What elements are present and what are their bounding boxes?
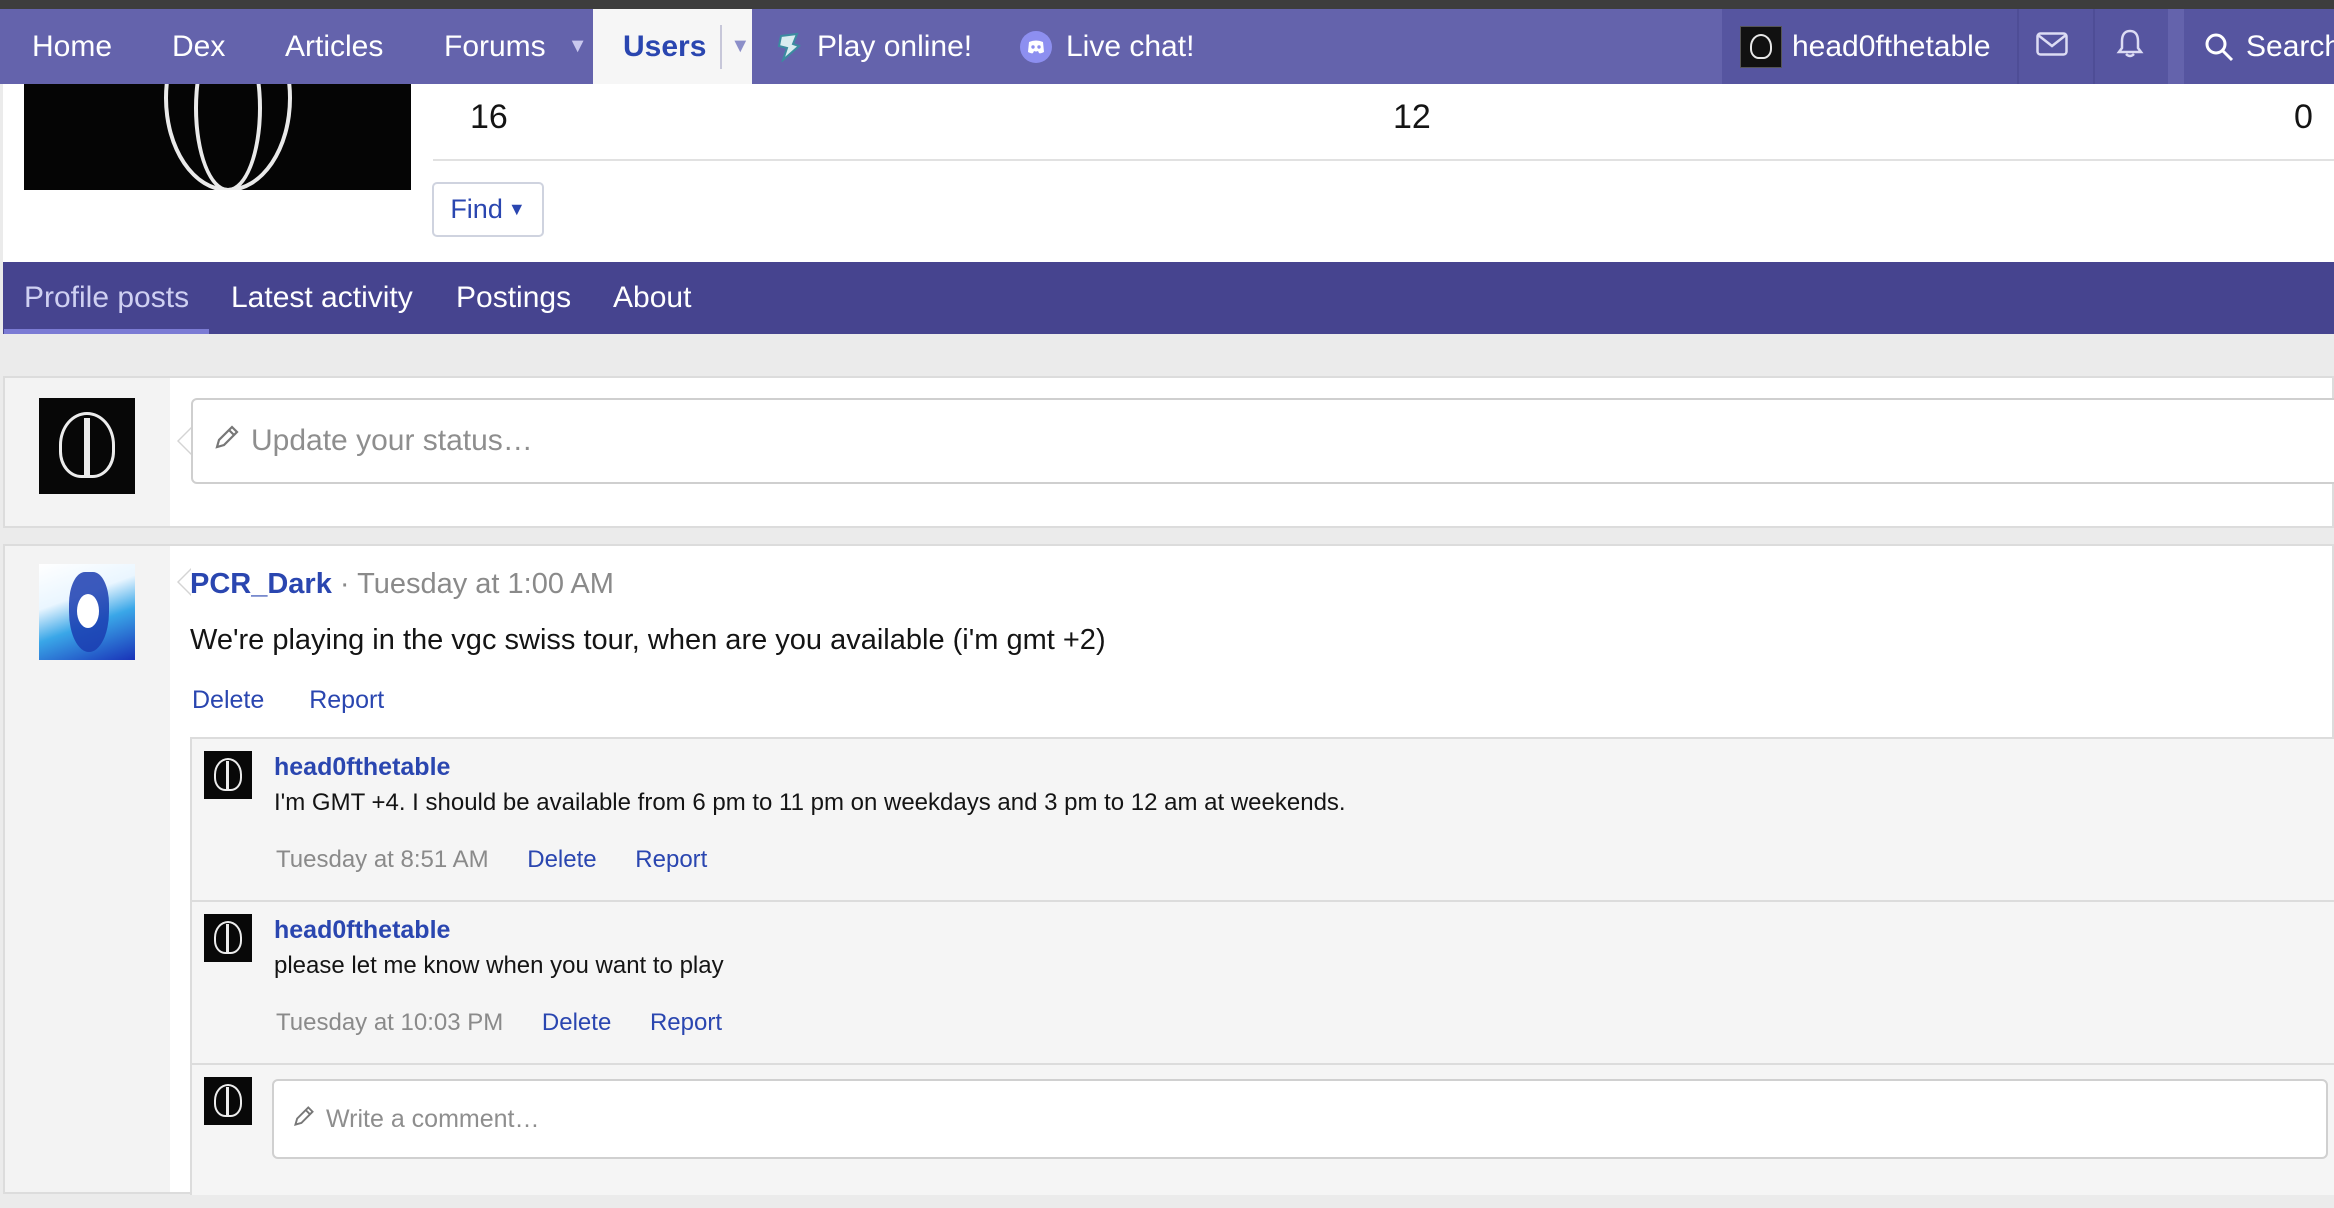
profile-tabs: Profile posts Latest activity Postings A…	[3, 262, 2334, 334]
comment-author-avatar[interactable]	[204, 914, 252, 962]
search-icon	[2204, 32, 2234, 62]
status-update-block: Update your status…	[3, 376, 2334, 528]
chevron-down-icon[interactable]: ▼	[730, 35, 750, 58]
status-placeholder: Update your status…	[251, 424, 533, 457]
nav-forums[interactable]: Forums ▼	[444, 9, 587, 84]
search-label: Search	[2246, 29, 2334, 63]
comment-timestamp[interactable]: Tuesday at 10:03 PM	[276, 1009, 503, 1036]
report-comment-link[interactable]: Report	[635, 846, 707, 873]
tab-about[interactable]: About	[613, 262, 691, 334]
avatar-emblem	[226, 1087, 229, 1117]
stat-points: 0	[2294, 98, 2313, 136]
nav-users-divider	[720, 24, 723, 69]
showdown-logo-icon	[775, 32, 803, 62]
nav-articles[interactable]: Articles	[285, 9, 383, 84]
nav-articles-label: Articles	[285, 29, 384, 63]
stat-messages: 16	[470, 98, 508, 136]
post-header: PCR_Dark · Tuesday at 1:00 AM	[190, 568, 614, 601]
conversations-button[interactable]	[2036, 9, 2068, 84]
comment-composer: Write a comment…	[192, 1065, 2334, 1195]
post-timestamp[interactable]: · Tuesday at 1:00 AM	[340, 568, 614, 600]
nav-live-chat[interactable]: Live chat!	[1020, 9, 1194, 84]
stat-reaction-score: 12	[1393, 98, 1431, 136]
top-navigation: Home Dex Articles Forums ▼ Users ▼ Play …	[0, 9, 2334, 84]
window-top-edge	[0, 0, 2334, 9]
bell-icon	[2116, 28, 2144, 66]
tab-profile-posts[interactable]: Profile posts	[3, 262, 210, 334]
profile-header: 16 12 0 Find ▼	[3, 84, 2334, 262]
comment-actions: Tuesday at 10:03 PM Delete Report	[276, 1009, 754, 1037]
find-label: Find	[450, 194, 503, 224]
report-post-link[interactable]: Report	[309, 686, 384, 714]
comment-item: head0fthetable please let me know when y…	[192, 902, 2334, 1065]
profile-avatar[interactable]	[24, 84, 411, 190]
bubble-arrow	[177, 568, 191, 596]
report-comment-link[interactable]: Report	[650, 1009, 722, 1036]
tab-label: Profile posts	[24, 281, 190, 314]
nav-users-label: Users	[623, 29, 707, 63]
comment-text: I'm GMT +4. I should be available from 6…	[274, 789, 1346, 816]
comment-list: head0fthetable I'm GMT +4. I should be a…	[190, 737, 2334, 1195]
avatar-emblem	[226, 924, 229, 954]
pencil-icon	[213, 423, 241, 459]
pencil-icon	[292, 1104, 316, 1135]
tab-latest-activity[interactable]: Latest activity	[231, 262, 413, 334]
find-menu-button[interactable]: Find ▼	[432, 182, 544, 237]
alerts-button[interactable]	[2116, 9, 2144, 84]
nav-live-chat-label: Live chat!	[1066, 29, 1195, 63]
comment-text: please let me know when you want to play	[274, 952, 724, 979]
comment-author-avatar[interactable]	[204, 751, 252, 799]
post-author-avatar[interactable]	[39, 564, 135, 660]
nav-divider	[2093, 9, 2095, 84]
caret-down-icon: ▼	[507, 199, 526, 219]
user-avatar[interactable]	[39, 398, 135, 494]
comment-timestamp[interactable]: Tuesday at 8:51 AM	[276, 846, 489, 873]
user-avatar	[1740, 25, 1782, 68]
comment-author-link[interactable]: head0fthetable	[274, 753, 450, 782]
envelope-icon	[2036, 30, 2068, 64]
search-button[interactable]: Search	[2204, 9, 2334, 84]
tab-postings[interactable]: Postings	[456, 262, 571, 334]
account-menu[interactable]: head0fthetable	[1740, 9, 1991, 84]
chevron-down-icon[interactable]: ▼	[568, 35, 588, 58]
nav-home[interactable]: Home	[32, 9, 112, 84]
nav-dex-label: Dex	[172, 29, 226, 63]
delete-comment-link[interactable]: Delete	[527, 846, 596, 873]
post-body: We're playing in the vgc swiss tour, whe…	[190, 624, 1106, 656]
comment-input[interactable]: Write a comment…	[272, 1079, 2328, 1159]
comment-item: head0fthetable I'm GMT +4. I should be a…	[192, 739, 2334, 902]
profile-post: PCR_Dark · Tuesday at 1:00 AM We're play…	[3, 544, 2334, 1195]
tab-label: Latest activity	[231, 281, 413, 314]
comment-placeholder: Write a comment…	[326, 1104, 540, 1133]
nav-home-label: Home	[32, 29, 113, 63]
bubble-arrow	[177, 427, 191, 455]
nav-forums-label: Forums	[444, 29, 546, 63]
avatar-emblem	[84, 418, 90, 476]
stats-divider	[433, 159, 2334, 161]
nav-users[interactable]: Users ▼	[593, 9, 752, 84]
avatar-emblem	[226, 761, 229, 791]
tab-label: About	[613, 281, 692, 314]
status-input[interactable]: Update your status…	[191, 398, 2334, 484]
post-actions: Delete Report	[192, 686, 422, 715]
delete-post-link[interactable]: Delete	[192, 686, 264, 714]
tab-label: Postings	[456, 281, 572, 314]
nav-play-online-label: Play online!	[817, 29, 973, 63]
comment-author-link[interactable]: head0fthetable	[274, 916, 450, 945]
user-avatar[interactable]	[204, 1077, 252, 1125]
nav-divider	[2017, 9, 2019, 84]
nav-dex[interactable]: Dex	[172, 9, 225, 84]
discord-icon	[1020, 30, 1052, 63]
account-username: head0fthetable	[1792, 29, 1991, 63]
comment-actions: Tuesday at 8:51 AM Delete Report	[276, 846, 739, 874]
nav-play-online[interactable]: Play online!	[775, 9, 972, 84]
delete-comment-link[interactable]: Delete	[542, 1009, 611, 1036]
avatar-figure	[77, 594, 99, 628]
post-author-link[interactable]: PCR_Dark	[190, 568, 332, 600]
